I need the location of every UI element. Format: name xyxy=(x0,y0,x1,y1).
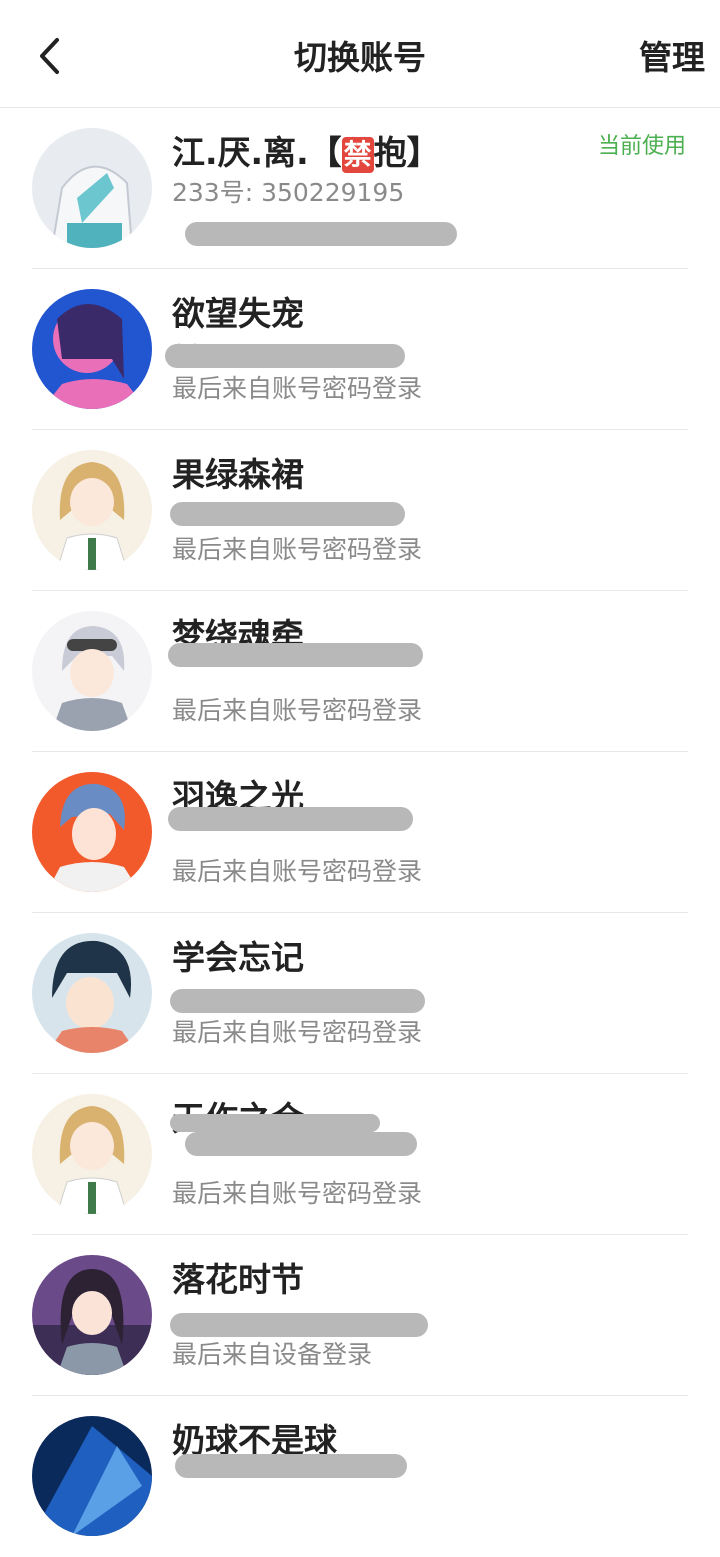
avatar xyxy=(32,1094,152,1214)
avatar xyxy=(32,772,152,892)
redaction-mark xyxy=(170,989,425,1013)
login-method: 最后来自账号密码登录 xyxy=(172,1018,423,1047)
redaction-mark xyxy=(170,1114,380,1132)
ban-badge: 禁 xyxy=(341,137,374,173)
account-name: 落花时节 xyxy=(172,1260,304,1299)
account-row[interactable]: 梦绕魂牵 最后来自账号密码登录 xyxy=(0,591,720,752)
avatar xyxy=(32,611,152,731)
login-method: 最后来自账号密码登录 xyxy=(172,696,423,725)
account-name: 果绿森裙 xyxy=(172,455,304,494)
account-name: 江.厌.离.【禁抱】 xyxy=(172,133,440,173)
avatar xyxy=(32,128,152,248)
login-method: 最后来自设备登录 xyxy=(172,1340,373,1369)
redaction-mark xyxy=(168,807,413,831)
avatar xyxy=(32,933,152,1053)
account-row[interactable]: 羽逸之光 最后来自账号密码登录 xyxy=(0,752,720,913)
account-row[interactable]: 落花时节 最后来自设备登录 xyxy=(0,1235,720,1396)
chevron-left-icon xyxy=(40,38,59,74)
avatar xyxy=(32,1255,152,1375)
redaction-mark xyxy=(170,502,405,526)
account-row[interactable]: 欲望失宠 23 最后来自账号密码登录 xyxy=(0,269,720,430)
account-name: 学会忘记 xyxy=(172,938,304,977)
account-row[interactable]: 学会忘记 最后来自账号密码登录 xyxy=(0,913,720,1074)
account-row[interactable]: 果绿森裙 最后来自账号密码登录 xyxy=(0,430,720,591)
login-method: 最后来自账号密码登录 xyxy=(172,857,423,886)
avatar xyxy=(32,1416,152,1536)
account-row[interactable]: 江.厌.离.【禁抱】 233号: 350229195 当前使用 xyxy=(0,108,720,269)
top-bar: 切换账号 管理 xyxy=(0,0,720,108)
redaction-mark xyxy=(185,1132,417,1156)
account-name: 欲望失宠 xyxy=(172,294,304,333)
back-button[interactable] xyxy=(28,34,72,78)
redaction-mark xyxy=(165,344,405,368)
avatar xyxy=(32,450,152,570)
account-row[interactable]: 奶球不是球 xyxy=(0,1396,720,1557)
login-method: 最后来自账号密码登录 xyxy=(172,374,423,403)
manage-button[interactable]: 管理 xyxy=(639,36,705,80)
account-row[interactable]: 天作之合 最后来自账号密码登录 xyxy=(0,1074,720,1235)
current-account-label: 当前使用 xyxy=(597,134,686,159)
avatar xyxy=(32,289,152,409)
login-method: 最后来自账号密码登录 xyxy=(172,1179,423,1208)
account-uid: 233号: 350229195 xyxy=(172,178,405,207)
redaction-mark xyxy=(175,1454,407,1478)
redaction-mark xyxy=(168,643,423,667)
account-list: 江.厌.离.【禁抱】 233号: 350229195 当前使用 欲望失宠 23 … xyxy=(0,108,720,1557)
page-title: 切换账号 xyxy=(294,38,426,77)
redaction-mark xyxy=(170,1313,428,1337)
login-method: 最后来自账号密码登录 xyxy=(172,535,423,564)
redaction-mark xyxy=(185,222,457,246)
